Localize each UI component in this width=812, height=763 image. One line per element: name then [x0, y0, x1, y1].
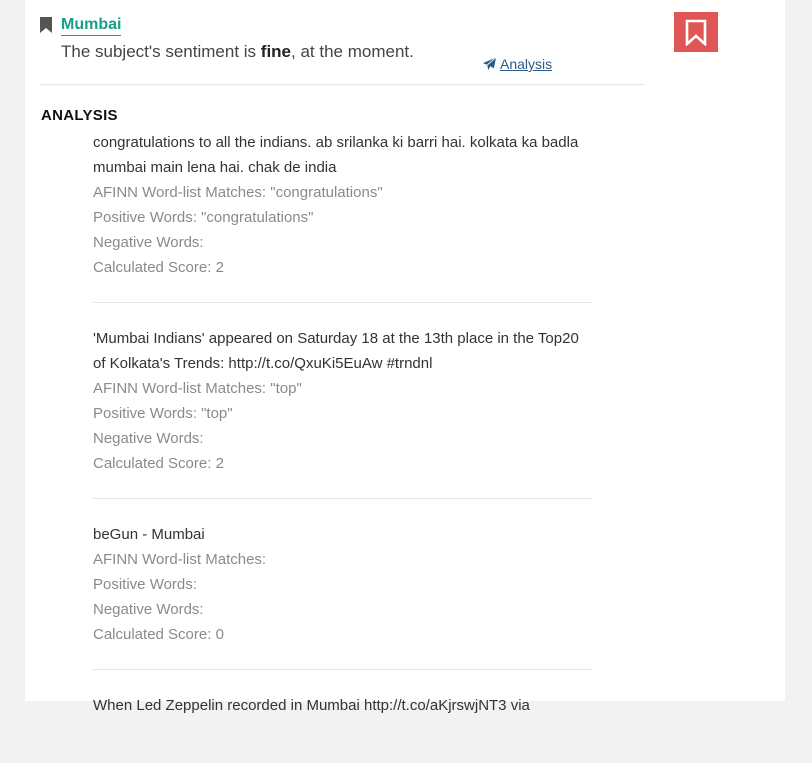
afinn-matches: AFINN Word-list Matches: "top" — [93, 376, 593, 401]
analysis-entry: congratulations to all the indians. ab s… — [93, 130, 593, 303]
result-header: Mumbai The subject's sentiment is fine, … — [40, 14, 645, 85]
tweet-text: 'Mumbai Indians' appeared on Saturday 18… — [93, 330, 579, 372]
analysis-entry: beGun - Mumbai AFINN Word-list Matches: … — [93, 522, 593, 670]
negative-words: Negative Words: — [93, 426, 593, 451]
bookmark-outline-icon — [685, 19, 707, 46]
score-value: 2 — [215, 259, 224, 276]
afinn-matches: AFINN Word-list Matches: — [93, 547, 593, 572]
sentiment-summary: The subject's sentiment is fine, at the … — [61, 41, 414, 63]
content-panel: Mumbai The subject's sentiment is fine, … — [25, 0, 785, 714]
calculated-score: Calculated Score: 0 — [93, 622, 593, 647]
positive-words: Positive Words: "top" — [93, 401, 593, 426]
bookmark-icon — [40, 17, 52, 33]
analysis-link-label: Analysis — [500, 56, 553, 72]
analysis-entry: 'Mumbai Indians' appeared on Saturday 18… — [93, 326, 593, 499]
analysis-link[interactable]: Analysis — [482, 55, 552, 73]
afinn-matches: AFINN Word-list Matches: "congratulation… — [93, 180, 593, 205]
score-label: Calculated Score: — [93, 626, 216, 643]
negative-label: Negative Words: — [93, 601, 204, 618]
analysis-entry: When Led Zeppelin recorded in Mumbai htt… — [93, 693, 593, 740]
calculated-score: Calculated Score: 2 — [93, 255, 593, 280]
positive-label: Positive Words: — [93, 209, 202, 226]
afinn-label: AFINN Word-list Matches: — [93, 380, 271, 397]
tweet-text: beGun - Mumbai — [93, 526, 205, 543]
negative-words: Negative Words: — [93, 230, 593, 255]
paper-plane-icon — [482, 57, 497, 71]
sentiment-suffix: , at the moment. — [291, 42, 414, 61]
afinn-value: "top" — [270, 380, 302, 397]
tweet-text: congratulations to all the indians. ab s… — [93, 134, 579, 176]
score-label: Calculated Score: — [93, 455, 216, 472]
positive-value: "top" — [201, 405, 233, 422]
positive-words: Positive Words: "congratulations" — [93, 205, 593, 230]
score-value: 2 — [215, 455, 224, 472]
negative-words: Negative Words: — [93, 597, 593, 622]
positive-value: "congratulations" — [201, 209, 314, 226]
afinn-value: "congratulations" — [270, 184, 383, 201]
sentiment-prefix: The subject's sentiment is — [61, 42, 261, 61]
section-title: ANALYSIS — [41, 107, 118, 124]
score-label: Calculated Score: — [93, 259, 216, 276]
sentiment-value: fine — [260, 42, 292, 61]
analysis-list: congratulations to all the indians. ab s… — [93, 130, 593, 763]
negative-label: Negative Words: — [93, 234, 204, 251]
positive-label: Positive Words: — [93, 576, 197, 593]
positive-label: Positive Words: — [93, 405, 202, 422]
calculated-score: Calculated Score: 2 — [93, 451, 593, 476]
bookmark-button[interactable] — [674, 12, 718, 52]
negative-label: Negative Words: — [93, 430, 204, 447]
score-value: 0 — [215, 626, 224, 643]
topic-link[interactable]: Mumbai — [61, 16, 122, 36]
positive-words: Positive Words: — [93, 572, 593, 597]
tweet-text: When Led Zeppelin recorded in Mumbai htt… — [93, 697, 530, 714]
afinn-label: AFINN Word-list Matches: — [93, 551, 267, 568]
afinn-label: AFINN Word-list Matches: — [93, 184, 271, 201]
